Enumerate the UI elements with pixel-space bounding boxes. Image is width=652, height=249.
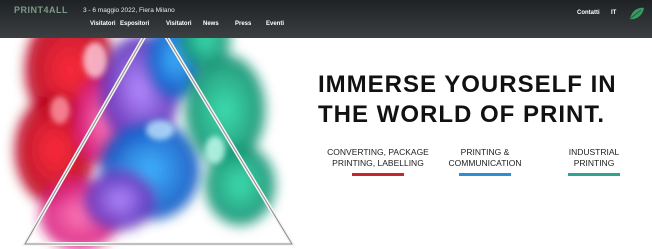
category-label-line-2: PRINTING, LABELLING [332,157,424,168]
event-date-location: 3 - 6 maggio 2022, Fiera Milano [83,7,175,14]
nav-item-press[interactable]: Press [235,21,251,27]
leaf-icon [630,7,644,20]
category-label-line-2: PRINTING [573,157,615,168]
site-logo[interactable]: PRINT4ALL [14,5,68,15]
contacts-link[interactable]: Contatti [577,10,600,16]
language-switch[interactable]: IT [611,10,616,16]
hero-headline: IMMERSE YOURSELF IN THE WORLD OF PRINT. [318,70,640,130]
category-label-line-1: CONVERTING, PACKAGE [327,147,429,157]
category-underline-red [352,173,404,177]
category-printing-communication[interactable]: PRINTING & COMMUNICATION [433,147,537,177]
nav-item-news[interactable]: News [203,21,219,27]
nav-item-espositori[interactable]: Espositori [120,21,149,27]
category-label-line-2: COMMUNICATION [448,157,522,168]
category-industrial-printing[interactable]: INDUSTRIAL PRINTING [553,147,635,177]
nav-item-eventi[interactable]: Eventi [266,21,284,27]
nav-item-visitatori[interactable]: Visitatori [90,21,116,27]
category-underline-teal [568,173,620,177]
nav-item-visitatori-2[interactable]: Visitatori [166,21,192,27]
category-label-line-1: PRINTING & [460,147,510,157]
category-underline-blue [459,173,511,177]
category-label-line-1: INDUSTRIAL [568,147,620,157]
headline-line-1: IMMERSE YOURSELF IN [318,71,617,98]
headline-line-2: THE WORLD OF PRINT. [318,101,605,128]
top-navigation-bar: PRINT4ALL 3 - 6 maggio 2022, Fiera Milan… [0,0,652,38]
category-converting-packaging-labelling[interactable]: CONVERTING, PACKAGE PRINTING, LABELLING [305,147,451,177]
main-navigation: Visitatori Espositori Visitatori News Pr… [0,21,652,31]
